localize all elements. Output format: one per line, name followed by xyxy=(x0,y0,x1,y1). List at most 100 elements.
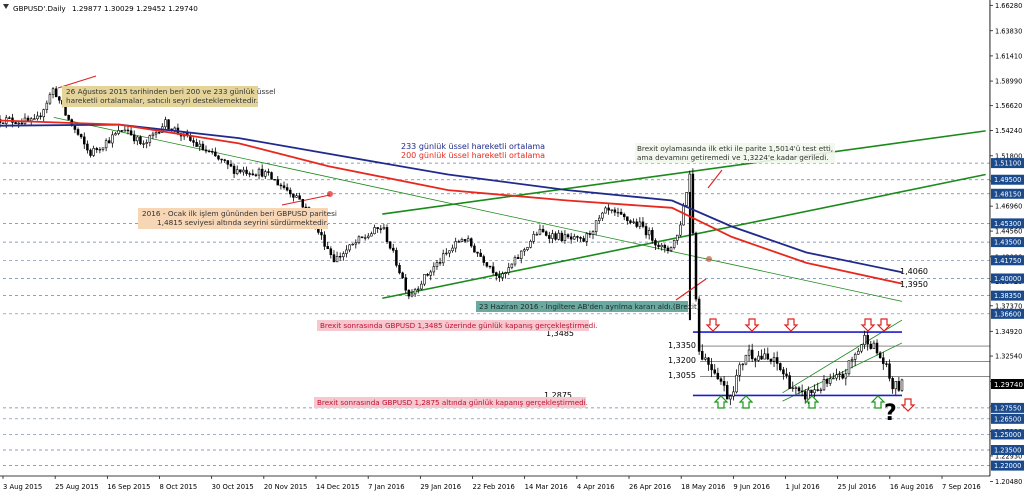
candle-body xyxy=(532,233,535,242)
candle-body xyxy=(426,273,429,276)
candle-body xyxy=(304,206,308,209)
candle-body xyxy=(560,232,564,241)
annotation-text-pink-bottom: Brexit sonrasında GBPUSD 1,2875 altında … xyxy=(317,398,588,407)
candle-body xyxy=(136,136,139,142)
candle-body xyxy=(248,173,251,175)
candle-body xyxy=(360,236,364,238)
candle-body xyxy=(438,262,442,264)
candle-body xyxy=(766,353,770,360)
candle-body xyxy=(679,224,682,236)
candle-body xyxy=(891,378,894,390)
y-tick-label: 1.54240 xyxy=(995,127,1022,135)
candle-body xyxy=(878,352,882,359)
candle-body xyxy=(719,378,723,382)
candle-body xyxy=(76,129,80,135)
candle-body xyxy=(145,142,148,144)
level-1-3055-label: 1,3055 xyxy=(668,371,696,380)
candle-body xyxy=(429,271,432,276)
candle-body xyxy=(335,255,339,263)
candle-body xyxy=(685,192,688,206)
candle-body xyxy=(591,231,595,235)
candle-body xyxy=(367,235,370,238)
candle-body xyxy=(629,220,632,223)
candle-body xyxy=(582,238,585,242)
candle-body xyxy=(691,173,695,234)
candle-body xyxy=(67,114,70,120)
candle-body xyxy=(782,369,785,375)
y-tick-label: 1.63830 xyxy=(995,27,1022,35)
candle-body xyxy=(338,255,342,258)
chart-header: GBPUSD'.Daily 1.29877 1.30029 1.29452 1.… xyxy=(3,4,198,13)
candle-body xyxy=(29,118,33,122)
candle-body xyxy=(713,369,716,374)
candle-body xyxy=(847,360,851,375)
candle-body xyxy=(416,288,420,291)
level-badge-label: 1.36600 xyxy=(994,310,1021,318)
annotation-no-close-below: Brexit sonrasında GBPUSD 1,2875 altında … xyxy=(314,397,588,408)
annotation-text-green: Brexit oylamasında ilk etki ile parite 1… xyxy=(637,144,835,162)
candle-body xyxy=(800,390,804,393)
candle-body xyxy=(295,195,298,198)
level-badge-label: 1.43500 xyxy=(994,239,1021,247)
candle-body xyxy=(669,247,673,252)
candle-body xyxy=(700,351,704,360)
x-tick-label: 20 Nov 2015 xyxy=(264,483,308,491)
y-tick-label: 1.66280 xyxy=(995,2,1022,10)
candle-body xyxy=(822,379,826,391)
candle-body xyxy=(504,272,507,275)
candle-body xyxy=(785,373,788,376)
candle-body xyxy=(638,221,642,227)
chart-background xyxy=(0,0,1024,499)
candle-body xyxy=(1,122,5,124)
candle-body xyxy=(329,248,333,256)
candle-body xyxy=(460,239,464,242)
x-tick-label: 9 Jun 2016 xyxy=(733,483,770,491)
candle-body xyxy=(45,102,49,110)
candle-body xyxy=(251,173,255,176)
candle-body xyxy=(725,385,729,400)
candle-body xyxy=(828,378,832,384)
candle-body xyxy=(604,207,607,214)
legend-ema200: 200 günlük üssel hareketli ortalama xyxy=(401,151,545,160)
candle-body xyxy=(563,234,567,241)
x-tick-label: 8 Oct 2015 xyxy=(160,483,198,491)
x-tick-label: 7 Jan 2016 xyxy=(368,483,404,491)
candle-body xyxy=(813,389,816,394)
candle-body xyxy=(42,109,45,118)
candle-body xyxy=(803,391,807,400)
candle-body xyxy=(788,375,791,389)
candle-body xyxy=(232,165,236,174)
candle-body xyxy=(407,289,411,297)
candle-body xyxy=(573,236,576,240)
candle-body xyxy=(8,117,11,119)
candle-body xyxy=(779,363,782,371)
candle-body xyxy=(323,234,326,247)
candle-body xyxy=(292,193,295,198)
level-badge-label: 1.45300 xyxy=(994,220,1021,228)
candle-body xyxy=(282,185,286,188)
candle-body xyxy=(398,264,401,274)
candle-body xyxy=(413,289,417,295)
level-1-3350-label: 1,3350 xyxy=(668,341,696,350)
candle-body xyxy=(117,130,120,134)
candle-body xyxy=(732,391,735,397)
candle-body xyxy=(388,241,392,249)
x-tick-label: 29 Jan 2016 xyxy=(420,483,461,491)
candle-body xyxy=(888,363,891,379)
y-tick-label: 1.61410 xyxy=(995,52,1022,60)
candle-body xyxy=(657,244,660,248)
x-tick-label: 1 Jul 2016 xyxy=(786,483,820,491)
marker-red-2 xyxy=(706,256,712,262)
level-1-3200-label: 1,3200 xyxy=(668,356,696,365)
candle-body xyxy=(579,237,582,239)
candle-body xyxy=(345,249,348,254)
candle-body xyxy=(857,350,860,355)
gbpusd-daily-chart: 1.66280 1.63830 1.61410 1.58990 1.56620 1.542… xyxy=(0,0,1024,499)
level-badge-label: 1.41750 xyxy=(994,257,1021,265)
candle-body xyxy=(769,358,773,362)
candle-body xyxy=(382,227,386,230)
chart-header-symbol: GBPUSD'.Daily xyxy=(13,4,66,13)
question-mark: ? xyxy=(884,401,897,426)
candle-body xyxy=(267,171,270,173)
candle-body xyxy=(363,237,367,239)
